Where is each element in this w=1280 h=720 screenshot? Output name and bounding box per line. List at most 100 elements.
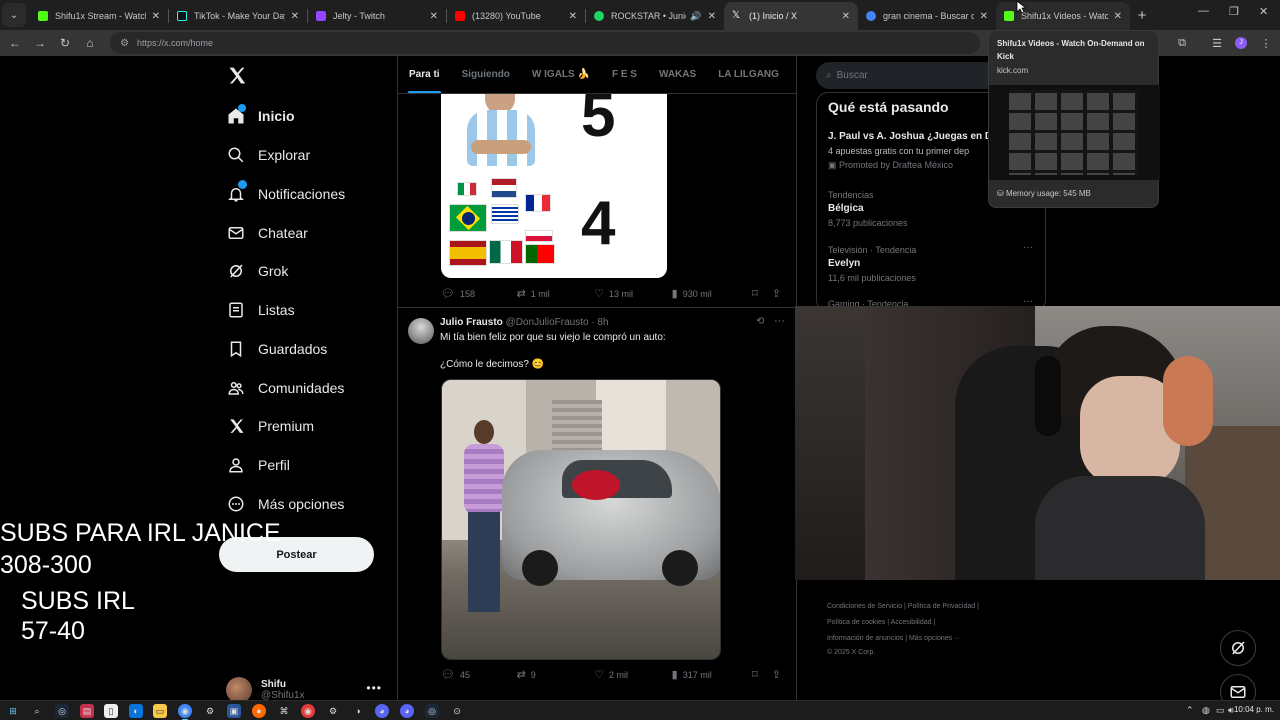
nav-notifications[interactable]: Notificaciones bbox=[226, 180, 345, 208]
trend-more-icon[interactable]: ··· bbox=[1023, 242, 1033, 253]
footer-links-row[interactable]: Condiciones de Servicio | Política de Pr… bbox=[827, 603, 979, 610]
edge-icon[interactable]: ◐ bbox=[129, 704, 143, 718]
promoted-trend-title[interactable]: J. Paul vs A. Joshua ¿Juegas en Dr bbox=[828, 131, 996, 142]
tab-youtube[interactable]: (13280) YouTube ✕ bbox=[447, 2, 585, 30]
nav-premium[interactable]: Premium bbox=[226, 412, 314, 440]
tweet-author-handle[interactable]: @DonJulioFrausto · 8h bbox=[506, 317, 609, 328]
tab-list-wakas[interactable]: WAKAS bbox=[648, 56, 707, 93]
like-button[interactable]: ♡ 2 mil bbox=[594, 668, 672, 681]
nav-chat[interactable]: Chatear bbox=[226, 219, 308, 247]
reply-button[interactable]: 💬︎ 158 bbox=[441, 287, 517, 300]
close-icon[interactable]: ✕ bbox=[569, 11, 577, 22]
tray-chevron-icon[interactable]: ⌃ bbox=[1186, 705, 1194, 716]
tab-list-pa[interactable]: PA bbox=[790, 56, 796, 93]
app-icon[interactable]: ⚙ bbox=[326, 704, 340, 718]
app-icon[interactable]: ⌘ bbox=[277, 704, 291, 718]
bookmark-button[interactable]: ⌑ bbox=[752, 287, 772, 300]
tab-list-wigals[interactable]: W IGALS 🍌 bbox=[521, 56, 601, 93]
close-icon[interactable]: ✕ bbox=[708, 11, 716, 22]
nav-profile[interactable]: Perfil bbox=[226, 451, 290, 479]
tab-spotify[interactable]: ROCKSTAR • Junior H 🔊 ✕ bbox=[586, 2, 724, 30]
tweet-image-flags[interactable]: 5 4 bbox=[441, 94, 667, 278]
views-button[interactable]: ▮ 317 mil bbox=[672, 668, 752, 681]
trend-name[interactable]: Bélgica bbox=[828, 203, 864, 214]
discord-icon[interactable]: ◕ bbox=[400, 704, 414, 718]
nav-bookmarks[interactable]: Guardados bbox=[226, 335, 327, 363]
steam-icon[interactable]: ◎ bbox=[55, 704, 69, 718]
app-icon[interactable]: ● bbox=[252, 704, 266, 718]
close-icon[interactable]: ✕ bbox=[430, 11, 438, 22]
window-close-button[interactable]: ✕ bbox=[1259, 5, 1268, 18]
tab-list-fes[interactable]: F E S bbox=[601, 56, 648, 93]
reply-button[interactable]: 💬︎ 45 bbox=[441, 668, 517, 681]
tab-tiktok[interactable]: TikTok - Make Your Day ✕ bbox=[169, 2, 307, 30]
tab-following[interactable]: Siguiendo bbox=[451, 56, 521, 93]
network-icon[interactable]: ▭ bbox=[1216, 705, 1225, 716]
back-button[interactable]: ← bbox=[3, 31, 27, 55]
browser-menu-icon[interactable]: ⋮ bbox=[1256, 33, 1276, 53]
repost-button[interactable]: ⇄ 1 mil bbox=[517, 287, 595, 300]
tab-list-lilgang[interactable]: LA LILGANG bbox=[707, 56, 790, 93]
footer-links-row[interactable]: Información de anuncios | Más opciones ·… bbox=[827, 635, 961, 642]
tweet-author-name[interactable]: Julio Frausto bbox=[440, 317, 503, 328]
obs-icon[interactable]: ◑ bbox=[351, 704, 365, 718]
tab-google-search[interactable]: gran cinema - Buscar con ✕ bbox=[858, 2, 996, 30]
nav-more-options[interactable]: Más opciones bbox=[226, 490, 344, 518]
file-explorer-icon[interactable]: ▭ bbox=[153, 704, 167, 718]
x-logo-icon[interactable] bbox=[227, 66, 247, 86]
discord-icon[interactable]: ◕ bbox=[375, 704, 389, 718]
like-button[interactable]: ♡ 13 mil bbox=[594, 287, 672, 300]
nav-lists[interactable]: Listas bbox=[226, 296, 295, 324]
share-button[interactable]: ⇪ bbox=[772, 287, 786, 300]
nav-home[interactable]: Inicio bbox=[226, 102, 295, 130]
steam-icon[interactable]: ◎ bbox=[425, 704, 439, 718]
close-icon[interactable]: ✕ bbox=[291, 11, 299, 22]
close-icon[interactable]: ✕ bbox=[1114, 11, 1122, 22]
tab-for-you[interactable]: Para ti bbox=[398, 56, 451, 93]
close-icon[interactable]: ✕ bbox=[980, 11, 988, 22]
speaker-icon[interactable]: 🔊 bbox=[690, 11, 701, 22]
extensions-icon[interactable]: ⧉ bbox=[1172, 33, 1192, 53]
bookmark-button[interactable]: ⌑ bbox=[752, 668, 772, 681]
home-button[interactable]: ⌂ bbox=[78, 31, 102, 55]
grok-icon[interactable]: ⟲ bbox=[756, 316, 764, 327]
tab-search-button[interactable]: ⌄ bbox=[2, 3, 26, 27]
volume-icon[interactable]: 🔊︎ bbox=[1228, 705, 1234, 716]
app-icon[interactable]: ⊙ bbox=[450, 704, 464, 718]
grok-button[interactable] bbox=[1220, 630, 1256, 666]
tab-x-home[interactable]: 𝕏 (1) Inicio / X ✕ bbox=[724, 2, 858, 30]
views-button[interactable]: ▮ 930 mil bbox=[672, 287, 752, 300]
share-button[interactable]: ⇪ bbox=[772, 668, 786, 681]
reload-button[interactable]: ↻ bbox=[53, 31, 77, 55]
record-icon[interactable]: ◉ bbox=[301, 704, 315, 718]
site-info-icon[interactable]: ⚙ bbox=[120, 38, 129, 49]
new-tab-button[interactable]: + bbox=[1130, 3, 1154, 27]
tray-app-icon[interactable]: ◍ bbox=[1202, 705, 1210, 716]
footer-links-row[interactable]: Política de cookies | Accesibilidad | bbox=[827, 619, 935, 626]
trend-name[interactable]: Evelyn bbox=[828, 258, 860, 269]
tweet-photo-car[interactable] bbox=[441, 379, 721, 660]
tab-twitch[interactable]: Jelty - Twitch ✕ bbox=[308, 2, 446, 30]
avatar[interactable] bbox=[408, 318, 434, 344]
search-icon[interactable]: ⌕ bbox=[30, 704, 44, 718]
app-icon[interactable]: ▣ bbox=[227, 704, 241, 718]
app-icon[interactable]: ▤ bbox=[80, 704, 94, 718]
forward-button[interactable]: → bbox=[28, 31, 52, 55]
close-icon[interactable]: ✕ bbox=[842, 11, 850, 22]
maximize-button[interactable]: ❐ bbox=[1229, 5, 1239, 18]
app-icon[interactable]: ⚙ bbox=[203, 704, 217, 718]
nav-grok[interactable]: Grok bbox=[226, 257, 288, 285]
minimize-button[interactable]: — bbox=[1198, 5, 1209, 17]
nav-explore[interactable]: Explorar bbox=[226, 141, 310, 169]
tweet-more-icon[interactable]: ··· bbox=[774, 315, 785, 327]
tab-kick-stream[interactable]: Shifu1x Stream - Watch Li ✕ bbox=[30, 2, 168, 30]
close-icon[interactable]: ✕ bbox=[152, 11, 160, 22]
nav-communities[interactable]: Comunidades bbox=[226, 374, 344, 402]
repost-button[interactable]: ⇄ 9 bbox=[517, 668, 595, 681]
start-icon[interactable]: ⊞ bbox=[6, 704, 20, 718]
chrome-icon[interactable]: ◉ bbox=[178, 704, 192, 720]
profile-avatar-icon[interactable]: J bbox=[1231, 33, 1251, 53]
clock[interactable]: 10:04 p. m. bbox=[1234, 705, 1274, 714]
notepad-icon[interactable]: ▯ bbox=[104, 704, 118, 718]
media-controls-icon[interactable]: ☰ bbox=[1207, 33, 1227, 53]
